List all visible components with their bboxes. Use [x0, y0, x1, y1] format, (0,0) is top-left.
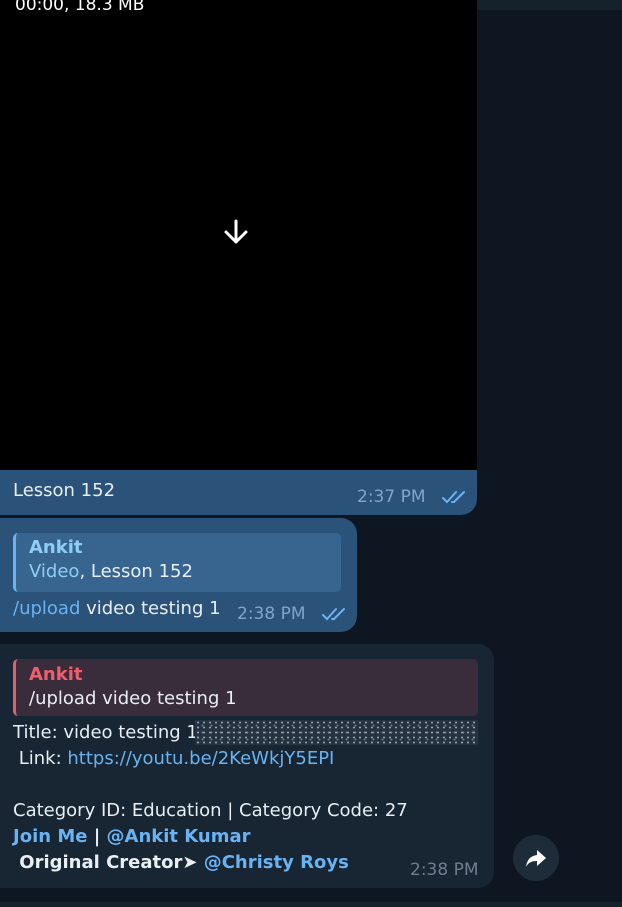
message-time: 2:37 PM [357, 487, 426, 507]
double-check-icon [442, 491, 465, 504]
reply-quote[interactable]: Ankit Video, Lesson 152 [13, 533, 341, 592]
spoiler-text[interactable] [195, 720, 478, 745]
share-forward-icon [526, 850, 546, 867]
quote-text: Video, Lesson 152 [29, 561, 341, 582]
message-time: 2:38 PM [410, 860, 479, 880]
double-check-icon [322, 608, 345, 621]
reply-text: /upload video testing 1 [13, 598, 221, 619]
creator-link[interactable]: @Christy Roys [204, 852, 349, 873]
quote-author: Ankit [29, 664, 83, 685]
video-meta: 00:00, 18.3 MB [15, 0, 145, 15]
arrow-down-icon[interactable] [221, 217, 251, 247]
youtube-link[interactable]: https://youtu.be/2KeWkjY5EPI [67, 748, 334, 769]
separator: | [87, 826, 107, 847]
title-line: Title: video testing 1 [13, 722, 198, 743]
join-line: Join Me | @Ankit Kumar [13, 826, 251, 847]
link-label: Link: [13, 748, 68, 769]
quote-author: Ankit [29, 537, 83, 558]
creator-line: Original Creator➤ @Christy Roys [13, 852, 349, 873]
reply-text-rest: video testing 1 [80, 598, 221, 619]
quote-media-link: Video [29, 561, 80, 582]
quote-rest: , Lesson 152 [79, 561, 193, 582]
video-message-bubble[interactable]: 00:00, 18.3 MB Lesson 152 2:37 PM [0, 0, 477, 515]
message-time: 2:38 PM [237, 604, 306, 624]
creator-label: Original Creator➤ [13, 852, 204, 873]
link-line: Link: https://youtu.be/2KeWkjY5EPI [13, 748, 335, 769]
incoming-message-bubble[interactable]: Ankit /upload video testing 1 Title: vid… [0, 644, 494, 888]
reply-quote[interactable]: Ankit /upload video testing 1 [13, 659, 478, 716]
author-link[interactable]: @Ankit Kumar [107, 826, 251, 847]
video-caption: Lesson 152 [13, 480, 116, 501]
bot-command-link[interactable]: /upload [13, 598, 80, 619]
category-line: Category ID: Education | Category Code: … [13, 800, 408, 821]
share-button[interactable] [513, 835, 559, 881]
bottom-bar [0, 902, 622, 907]
quote-text: /upload video testing 1 [29, 688, 237, 709]
video-preview[interactable]: 00:00, 18.3 MB [0, 0, 477, 470]
join-link[interactable]: Join Me [13, 826, 87, 847]
